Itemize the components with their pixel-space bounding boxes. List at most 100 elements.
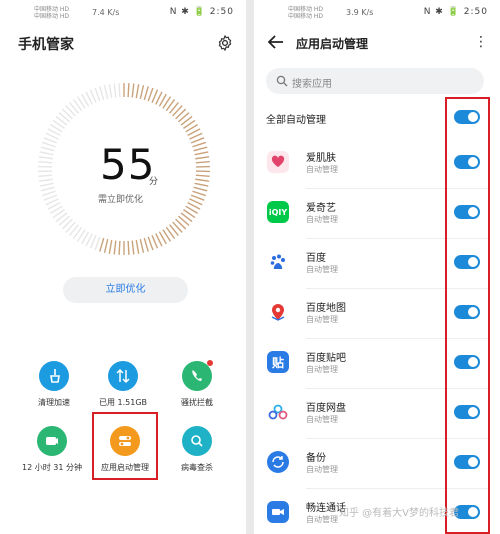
video-call-icon	[267, 501, 289, 523]
baidu-paw-icon	[267, 251, 289, 273]
gauge-tick	[40, 146, 55, 152]
gauge-tick	[40, 186, 55, 192]
gauge-tick	[194, 182, 209, 187]
battery-icon	[37, 426, 67, 456]
app-name: 备份	[306, 453, 326, 464]
gauge-tick	[135, 84, 140, 99]
highlight-box	[92, 412, 158, 480]
settings-gear-icon[interactable]	[216, 34, 234, 52]
app-status: 自动管理	[306, 315, 338, 324]
tool-battery[interactable]: 12 小时 31 分钟	[16, 426, 88, 473]
app-name: 百度地图	[306, 303, 346, 314]
carrier-2: 中国移动 HD	[288, 13, 324, 20]
highlight-box	[445, 97, 490, 534]
gauge-tick	[195, 156, 210, 160]
status-time: N ✱ 🔋 2:50	[170, 7, 234, 17]
gauge-tick	[43, 137, 58, 144]
gauge-tick	[43, 194, 58, 201]
gauge-tick	[38, 160, 53, 164]
score-status: 需立即优化	[98, 195, 144, 205]
app-name: 百度贴吧	[306, 353, 346, 364]
screenshot-stage: 中国移动 HD 中国移动 HD 7.4 K/s N ✱ 🔋 2:50 手机管家 …	[0, 0, 500, 534]
gauge-tick	[103, 238, 109, 253]
gauge-tick	[193, 186, 208, 192]
gauge-tick	[131, 83, 135, 98]
gauge-tick	[194, 151, 209, 156]
back-arrow-icon[interactable]	[268, 35, 284, 49]
gauge-tick	[94, 87, 101, 102]
app-launch-manager-screen: 中国移动 HD 中国移动 HD 3.9 K/s N ✱ 🔋 2:50 应用启动管…	[254, 0, 500, 534]
carrier-1: 中国移动 HD	[34, 6, 70, 13]
gauge-tick	[118, 83, 121, 98]
gauge-tick	[99, 86, 105, 101]
optimize-now-button[interactable]: 立即优化	[63, 277, 188, 303]
gauge-tick	[39, 182, 54, 187]
backup-icon	[267, 451, 289, 473]
gauge-tick	[94, 236, 101, 251]
gauge-tick	[41, 141, 56, 148]
map-pin-icon	[267, 301, 289, 323]
tool-storage[interactable]: 已用 1.51GB	[87, 361, 159, 408]
gauge-tick	[190, 137, 205, 144]
tool-label: 已用 1.51GB	[98, 398, 148, 407]
search-icon	[276, 75, 288, 87]
tool-label: 病毒查杀	[181, 463, 213, 472]
gauge-tick	[139, 85, 145, 100]
gauge-tick	[38, 156, 53, 160]
gauge-tick	[151, 235, 159, 249]
shield-scan-icon	[182, 426, 212, 456]
gauge-tick	[190, 194, 205, 201]
gauge-tick	[38, 178, 53, 182]
heart-icon	[267, 151, 289, 173]
score-value: 55	[100, 140, 156, 189]
gauge-tick	[113, 240, 117, 255]
gauge-tick	[143, 86, 149, 101]
network-speed: 7.4 K/s	[92, 8, 120, 17]
app-name: 百度网盘	[306, 403, 346, 414]
tool-virus-scan[interactable]: 病毒查杀	[161, 426, 233, 473]
gauge-tick	[192, 190, 207, 197]
app-status: 自动管理	[306, 465, 338, 474]
app-status: 自动管理	[306, 165, 338, 174]
carrier-info: 中国移动 HD 中国移动 HD	[288, 6, 348, 20]
notification-dot	[207, 360, 213, 366]
tool-harassment-block[interactable]: 骚扰拦截	[161, 360, 233, 408]
app-status: 自动管理	[306, 265, 338, 274]
gauge-tick	[127, 83, 130, 98]
gauge-tick	[108, 239, 113, 254]
cloud-drive-icon	[267, 401, 289, 423]
gauge-tick	[39, 151, 54, 156]
gauge-tick	[131, 240, 135, 255]
more-options-icon[interactable]: ⋮	[474, 35, 488, 49]
gauge-tick	[38, 174, 53, 178]
carrier-2: 中国移动 HD	[34, 13, 70, 20]
gauge-tick	[147, 87, 154, 102]
gauge-tick	[195, 174, 210, 178]
app-name: 爱肌肤	[306, 153, 336, 164]
iqiyi-icon: iQIY	[267, 201, 289, 223]
gauge-tick	[193, 146, 208, 152]
watermark: 知乎 @有着大V梦的科技君	[339, 508, 460, 519]
search-placeholder: 搜索应用	[292, 79, 332, 90]
gauge-tick	[113, 83, 117, 98]
gauge-tick	[108, 84, 113, 99]
gauge-tick	[89, 89, 97, 103]
transfer-arrows-icon	[108, 361, 138, 391]
gauge-tick	[192, 141, 207, 148]
score-unit: 分	[149, 177, 159, 187]
search-input[interactable]: 搜索应用	[266, 68, 484, 94]
app-status: 自动管理	[306, 215, 338, 224]
phone-block-icon	[182, 360, 213, 391]
gauge-tick	[143, 237, 149, 252]
tool-label: 清理加速	[38, 398, 70, 407]
app-status: 自动管理	[306, 365, 338, 374]
phone-manager-screen: 中国移动 HD 中国移动 HD 7.4 K/s N ✱ 🔋 2:50 手机管家 …	[0, 0, 246, 534]
clock: 2:50	[209, 7, 234, 17]
tool-clean-accelerate[interactable]: 清理加速	[18, 361, 90, 408]
tool-label: 骚扰拦截	[181, 398, 213, 407]
gauge-tick	[127, 240, 130, 255]
gauge-tick	[135, 239, 140, 254]
app-status: 自动管理	[306, 415, 338, 424]
page-title: 手机管家	[18, 37, 74, 53]
gauge-tick	[147, 236, 154, 251]
